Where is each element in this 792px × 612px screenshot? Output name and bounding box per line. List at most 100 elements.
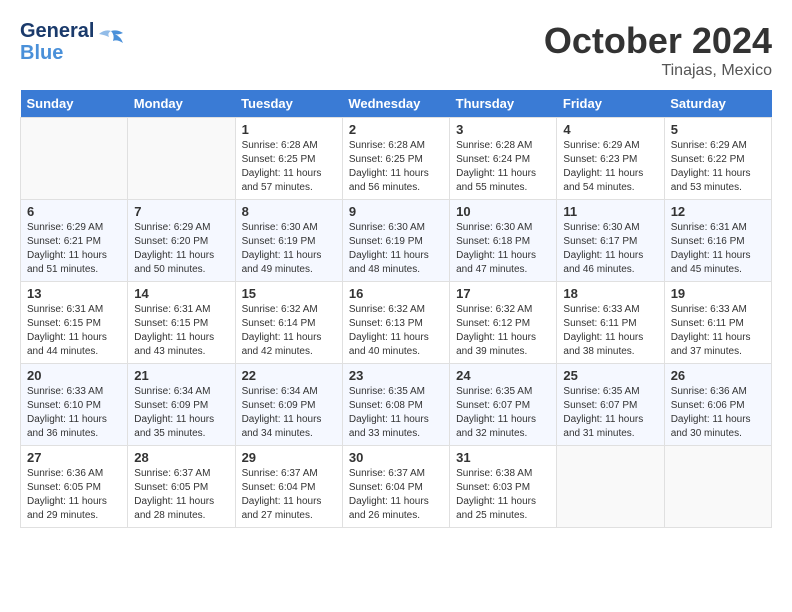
day-number: 19 [671, 286, 765, 301]
table-row: 8 Sunrise: 6:30 AM Sunset: 6:19 PM Dayli… [235, 200, 342, 282]
daylight: Daylight: 11 hours and 40 minutes. [349, 332, 429, 357]
sunrise: Sunrise: 6:31 AM [134, 304, 210, 315]
sunset: Sunset: 6:21 PM [27, 236, 101, 247]
col-saturday: Saturday [664, 90, 771, 118]
sunset: Sunset: 6:09 PM [134, 400, 208, 411]
table-row: 28 Sunrise: 6:37 AM Sunset: 6:05 PM Dayl… [128, 446, 235, 528]
sunrise: Sunrise: 6:31 AM [671, 222, 747, 233]
table-row: 7 Sunrise: 6:29 AM Sunset: 6:20 PM Dayli… [128, 200, 235, 282]
sunrise: Sunrise: 6:29 AM [671, 140, 747, 151]
cell-info: Sunrise: 6:33 AM Sunset: 6:10 PM Dayligh… [27, 385, 121, 441]
daylight: Daylight: 11 hours and 56 minutes. [349, 168, 429, 193]
daylight: Daylight: 11 hours and 39 minutes. [456, 332, 536, 357]
cell-info: Sunrise: 6:30 AM Sunset: 6:19 PM Dayligh… [349, 221, 443, 277]
table-row: 1 Sunrise: 6:28 AM Sunset: 6:25 PM Dayli… [235, 118, 342, 200]
daylight: Daylight: 11 hours and 33 minutes. [349, 414, 429, 439]
table-row [664, 446, 771, 528]
sunset: Sunset: 6:17 PM [563, 236, 637, 247]
day-number: 2 [349, 122, 443, 137]
day-number: 9 [349, 204, 443, 219]
sunrise: Sunrise: 6:28 AM [349, 140, 425, 151]
cell-info: Sunrise: 6:35 AM Sunset: 6:07 PM Dayligh… [563, 385, 657, 441]
daylight: Daylight: 11 hours and 42 minutes. [242, 332, 322, 357]
cell-info: Sunrise: 6:37 AM Sunset: 6:04 PM Dayligh… [242, 467, 336, 523]
day-number: 8 [242, 204, 336, 219]
day-number: 4 [563, 122, 657, 137]
sunrise: Sunrise: 6:32 AM [349, 304, 425, 315]
table-row: 2 Sunrise: 6:28 AM Sunset: 6:25 PM Dayli… [342, 118, 449, 200]
day-number: 28 [134, 450, 228, 465]
daylight: Daylight: 11 hours and 32 minutes. [456, 414, 536, 439]
col-tuesday: Tuesday [235, 90, 342, 118]
calendar-table: Sunday Monday Tuesday Wednesday Thursday… [20, 90, 772, 528]
table-row: 10 Sunrise: 6:30 AM Sunset: 6:18 PM Dayl… [450, 200, 557, 282]
location: Tinajas, Mexico [544, 62, 772, 80]
sunset: Sunset: 6:22 PM [671, 154, 745, 165]
sunset: Sunset: 6:06 PM [671, 400, 745, 411]
table-row: 11 Sunrise: 6:30 AM Sunset: 6:17 PM Dayl… [557, 200, 664, 282]
table-row: 4 Sunrise: 6:29 AM Sunset: 6:23 PM Dayli… [557, 118, 664, 200]
sunset: Sunset: 6:12 PM [456, 318, 530, 329]
table-row: 17 Sunrise: 6:32 AM Sunset: 6:12 PM Dayl… [450, 282, 557, 364]
sunset: Sunset: 6:15 PM [27, 318, 101, 329]
daylight: Daylight: 11 hours and 38 minutes. [563, 332, 643, 357]
daylight: Daylight: 11 hours and 45 minutes. [671, 250, 751, 275]
cell-info: Sunrise: 6:35 AM Sunset: 6:07 PM Dayligh… [456, 385, 550, 441]
sunrise: Sunrise: 6:29 AM [563, 140, 639, 151]
sunrise: Sunrise: 6:37 AM [134, 468, 210, 479]
cell-info: Sunrise: 6:30 AM Sunset: 6:17 PM Dayligh… [563, 221, 657, 277]
sunset: Sunset: 6:08 PM [349, 400, 423, 411]
table-row: 24 Sunrise: 6:35 AM Sunset: 6:07 PM Dayl… [450, 364, 557, 446]
cell-info: Sunrise: 6:35 AM Sunset: 6:08 PM Dayligh… [349, 385, 443, 441]
table-row [21, 118, 128, 200]
cell-info: Sunrise: 6:28 AM Sunset: 6:24 PM Dayligh… [456, 139, 550, 195]
day-number: 17 [456, 286, 550, 301]
logo-bird-icon [97, 29, 125, 51]
daylight: Daylight: 11 hours and 46 minutes. [563, 250, 643, 275]
day-number: 5 [671, 122, 765, 137]
table-row: 18 Sunrise: 6:33 AM Sunset: 6:11 PM Dayl… [557, 282, 664, 364]
day-number: 31 [456, 450, 550, 465]
sunrise: Sunrise: 6:34 AM [242, 386, 318, 397]
sunrise: Sunrise: 6:35 AM [349, 386, 425, 397]
col-monday: Monday [128, 90, 235, 118]
day-number: 12 [671, 204, 765, 219]
table-row: 3 Sunrise: 6:28 AM Sunset: 6:24 PM Dayli… [450, 118, 557, 200]
cell-info: Sunrise: 6:29 AM Sunset: 6:21 PM Dayligh… [27, 221, 121, 277]
daylight: Daylight: 11 hours and 27 minutes. [242, 496, 322, 521]
sunrise: Sunrise: 6:34 AM [134, 386, 210, 397]
table-row: 21 Sunrise: 6:34 AM Sunset: 6:09 PM Dayl… [128, 364, 235, 446]
sunset: Sunset: 6:25 PM [349, 154, 423, 165]
cell-info: Sunrise: 6:32 AM Sunset: 6:14 PM Dayligh… [242, 303, 336, 359]
table-row: 30 Sunrise: 6:37 AM Sunset: 6:04 PM Dayl… [342, 446, 449, 528]
sunset: Sunset: 6:05 PM [134, 482, 208, 493]
daylight: Daylight: 11 hours and 37 minutes. [671, 332, 751, 357]
cell-info: Sunrise: 6:32 AM Sunset: 6:12 PM Dayligh… [456, 303, 550, 359]
table-row: 26 Sunrise: 6:36 AM Sunset: 6:06 PM Dayl… [664, 364, 771, 446]
day-number: 21 [134, 368, 228, 383]
day-number: 20 [27, 368, 121, 383]
cell-info: Sunrise: 6:28 AM Sunset: 6:25 PM Dayligh… [349, 139, 443, 195]
daylight: Daylight: 11 hours and 49 minutes. [242, 250, 322, 275]
calendar-week-row: 27 Sunrise: 6:36 AM Sunset: 6:05 PM Dayl… [21, 446, 772, 528]
daylight: Daylight: 11 hours and 26 minutes. [349, 496, 429, 521]
col-thursday: Thursday [450, 90, 557, 118]
cell-info: Sunrise: 6:34 AM Sunset: 6:09 PM Dayligh… [134, 385, 228, 441]
cell-info: Sunrise: 6:29 AM Sunset: 6:22 PM Dayligh… [671, 139, 765, 195]
cell-info: Sunrise: 6:33 AM Sunset: 6:11 PM Dayligh… [671, 303, 765, 359]
sunrise: Sunrise: 6:37 AM [242, 468, 318, 479]
sunset: Sunset: 6:05 PM [27, 482, 101, 493]
cell-info: Sunrise: 6:37 AM Sunset: 6:04 PM Dayligh… [349, 467, 443, 523]
sunrise: Sunrise: 6:29 AM [27, 222, 103, 233]
logo-general: General [20, 20, 94, 42]
daylight: Daylight: 11 hours and 50 minutes. [134, 250, 214, 275]
day-number: 10 [456, 204, 550, 219]
daylight: Daylight: 11 hours and 25 minutes. [456, 496, 536, 521]
calendar-week-row: 6 Sunrise: 6:29 AM Sunset: 6:21 PM Dayli… [21, 200, 772, 282]
table-row: 29 Sunrise: 6:37 AM Sunset: 6:04 PM Dayl… [235, 446, 342, 528]
sunrise: Sunrise: 6:30 AM [349, 222, 425, 233]
daylight: Daylight: 11 hours and 28 minutes. [134, 496, 214, 521]
sunrise: Sunrise: 6:28 AM [456, 140, 532, 151]
sunrise: Sunrise: 6:30 AM [563, 222, 639, 233]
table-row: 6 Sunrise: 6:29 AM Sunset: 6:21 PM Dayli… [21, 200, 128, 282]
